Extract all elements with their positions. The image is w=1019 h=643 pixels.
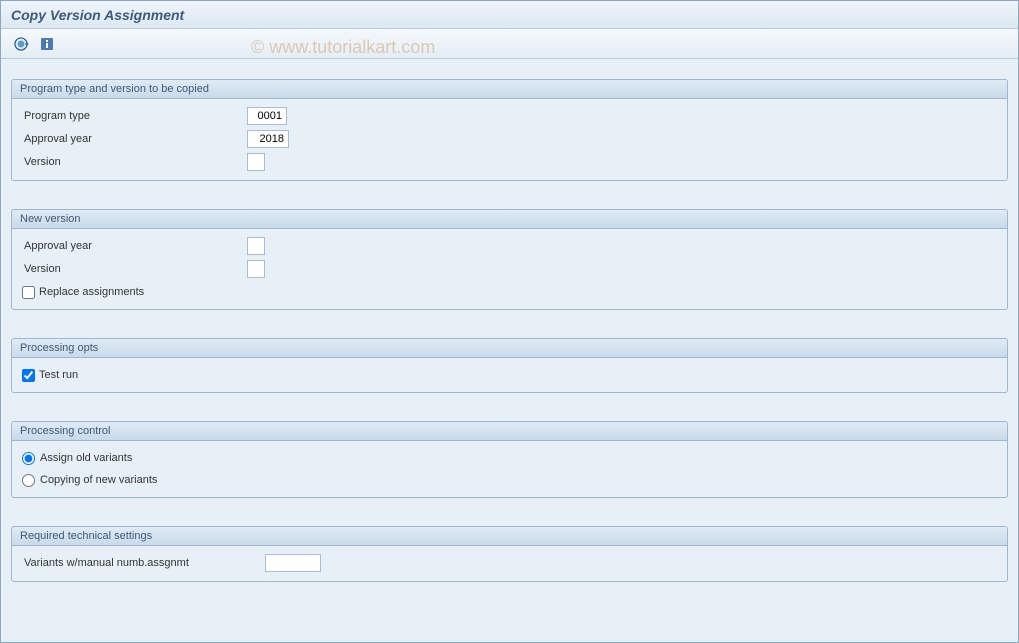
page-title: Copy Version Assignment: [11, 7, 184, 23]
field-row-variants-manual: Variants w/manual numb.assgnmt: [22, 552, 997, 574]
group-header: Processing opts: [12, 339, 1007, 358]
field-row-approval-year: Approval year: [22, 128, 997, 150]
group-header: Program type and version to be copied: [12, 80, 1007, 99]
approval-year-input[interactable]: [247, 130, 289, 148]
new-approval-year-input[interactable]: [247, 237, 265, 255]
replace-assignments-checkbox[interactable]: [22, 286, 35, 299]
assign-old-variants-radio[interactable]: [22, 452, 35, 465]
replace-assignments-label: Replace assignments: [39, 286, 144, 298]
content-area: Program type and version to be copied Pr…: [1, 59, 1018, 642]
radio-row-copy-new: Copying of new variants: [22, 469, 997, 491]
new-version-label: Version: [22, 263, 247, 275]
field-row-new-version: Version: [22, 258, 997, 280]
title-bar: Copy Version Assignment: [1, 1, 1018, 29]
copying-new-variants-label: Copying of new variants: [40, 474, 157, 486]
group-header: Processing control: [12, 422, 1007, 441]
group-header: Required technical settings: [12, 527, 1007, 546]
test-run-label: Test run: [39, 369, 78, 381]
group-processing-control: Processing control Assign old variants C…: [11, 421, 1008, 498]
version-input[interactable]: [247, 153, 265, 171]
group-required-technical: Required technical settings Variants w/m…: [11, 526, 1008, 582]
variants-manual-label: Variants w/manual numb.assgnmt: [22, 557, 265, 569]
new-approval-year-label: Approval year: [22, 240, 247, 252]
field-row-new-approval-year: Approval year: [22, 235, 997, 257]
field-row-version: Version: [22, 151, 997, 173]
checkbox-row-replace: Replace assignments: [22, 281, 997, 303]
toolbar: [1, 29, 1018, 59]
field-row-program-type: Program type: [22, 105, 997, 127]
test-run-checkbox[interactable]: [22, 369, 35, 382]
group-new-version: New version Approval year Version Replac…: [11, 209, 1008, 310]
version-label: Version: [22, 156, 247, 168]
radio-row-assign-old: Assign old variants: [22, 447, 997, 469]
group-program-type-version: Program type and version to be copied Pr…: [11, 79, 1008, 181]
assign-old-variants-label: Assign old variants: [40, 452, 132, 464]
approval-year-label: Approval year: [22, 133, 247, 145]
checkbox-row-testrun: Test run: [22, 364, 997, 386]
info-icon[interactable]: [37, 34, 57, 54]
new-version-input[interactable]: [247, 260, 265, 278]
variants-manual-input[interactable]: [265, 554, 321, 572]
copying-new-variants-radio[interactable]: [22, 474, 35, 487]
group-processing-opts: Processing opts Test run: [11, 338, 1008, 393]
group-header: New version: [12, 210, 1007, 229]
program-type-label: Program type: [22, 110, 247, 122]
execute-icon[interactable]: [11, 34, 31, 54]
program-type-input[interactable]: [247, 107, 287, 125]
